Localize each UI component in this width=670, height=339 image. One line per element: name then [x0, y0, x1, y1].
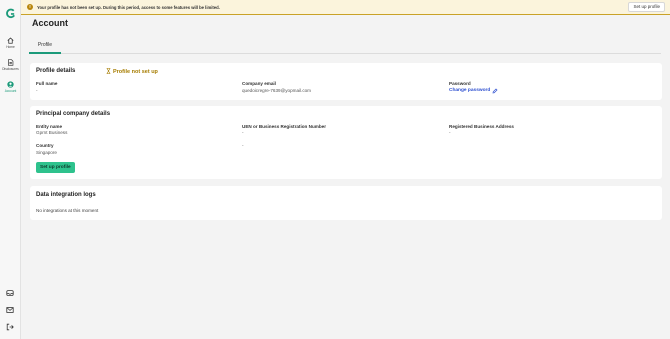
data-integration-empty-message: No integrations at this moment	[36, 208, 99, 213]
profile-status-badge: Profile not set up	[106, 68, 158, 75]
uen-label: UEN or Business Registration Number	[242, 124, 326, 129]
mail-icon[interactable]	[6, 306, 14, 314]
country-label: Country	[36, 143, 54, 148]
sidebar-item-label: Disclosures	[2, 67, 19, 71]
change-password-link[interactable]: Change password	[449, 88, 490, 93]
tab-bar: Profile	[29, 37, 661, 54]
entity-name-value: Gprnt Business	[36, 130, 68, 135]
company-email-label: Company email	[242, 81, 276, 86]
sidebar: Home Disclosures Account	[0, 0, 21, 339]
company-email-value: quedoicregre-7639@yopmail.com	[242, 88, 312, 93]
banner-setup-profile-button[interactable]: Set up profile	[628, 2, 665, 12]
setup-warning-banner: ! Your profile has not been set up. Duri…	[21, 0, 670, 15]
setup-profile-button[interactable]: Set up profile	[36, 162, 75, 173]
page-title: Account	[32, 18, 68, 28]
banner-message: Your profile has not been set up. During…	[37, 4, 220, 10]
profile-details-card: Profile details Profile not set up Full …	[30, 63, 662, 100]
country-value: Singapore	[36, 150, 57, 155]
full-name-label: Full name	[36, 81, 58, 86]
hourglass-icon	[106, 68, 111, 74]
profile-status-text: Profile not set up	[113, 69, 158, 75]
inbox-icon[interactable]	[6, 289, 14, 297]
principal-company-card: Principal company details Entity name Gp…	[30, 106, 662, 179]
pencil-icon[interactable]	[492, 88, 498, 94]
sidebar-item-label: Account	[4, 89, 17, 93]
profile-details-title: Profile details	[36, 68, 76, 74]
warning-icon: !	[27, 4, 33, 10]
country-extra-value: -	[242, 143, 244, 148]
registered-address-label: Registered Business Address	[449, 124, 514, 129]
full-name-value: -	[36, 88, 38, 93]
uen-value: -	[242, 130, 244, 135]
data-integration-title: Data integration logs	[36, 192, 96, 198]
entity-name-label: Entity name	[36, 124, 63, 129]
sidebar-item-home[interactable]: Home	[0, 37, 21, 49]
principal-company-title: Principal company details	[36, 111, 111, 117]
sidebar-item-disclosures[interactable]: Disclosures	[0, 59, 21, 71]
data-integration-card: Data integration logs No integrations at…	[30, 186, 662, 220]
account-icon	[7, 81, 14, 88]
sidebar-item-label: Home	[6, 45, 15, 49]
document-icon	[8, 59, 14, 66]
home-icon	[7, 37, 14, 44]
password-label: Password	[449, 81, 471, 86]
registered-address-value: -	[449, 130, 451, 135]
gprnt-logo[interactable]	[5, 8, 16, 19]
sidebar-item-account[interactable]: Account	[0, 81, 21, 93]
tab-profile[interactable]: Profile	[29, 37, 61, 54]
logout-icon[interactable]	[6, 323, 14, 331]
